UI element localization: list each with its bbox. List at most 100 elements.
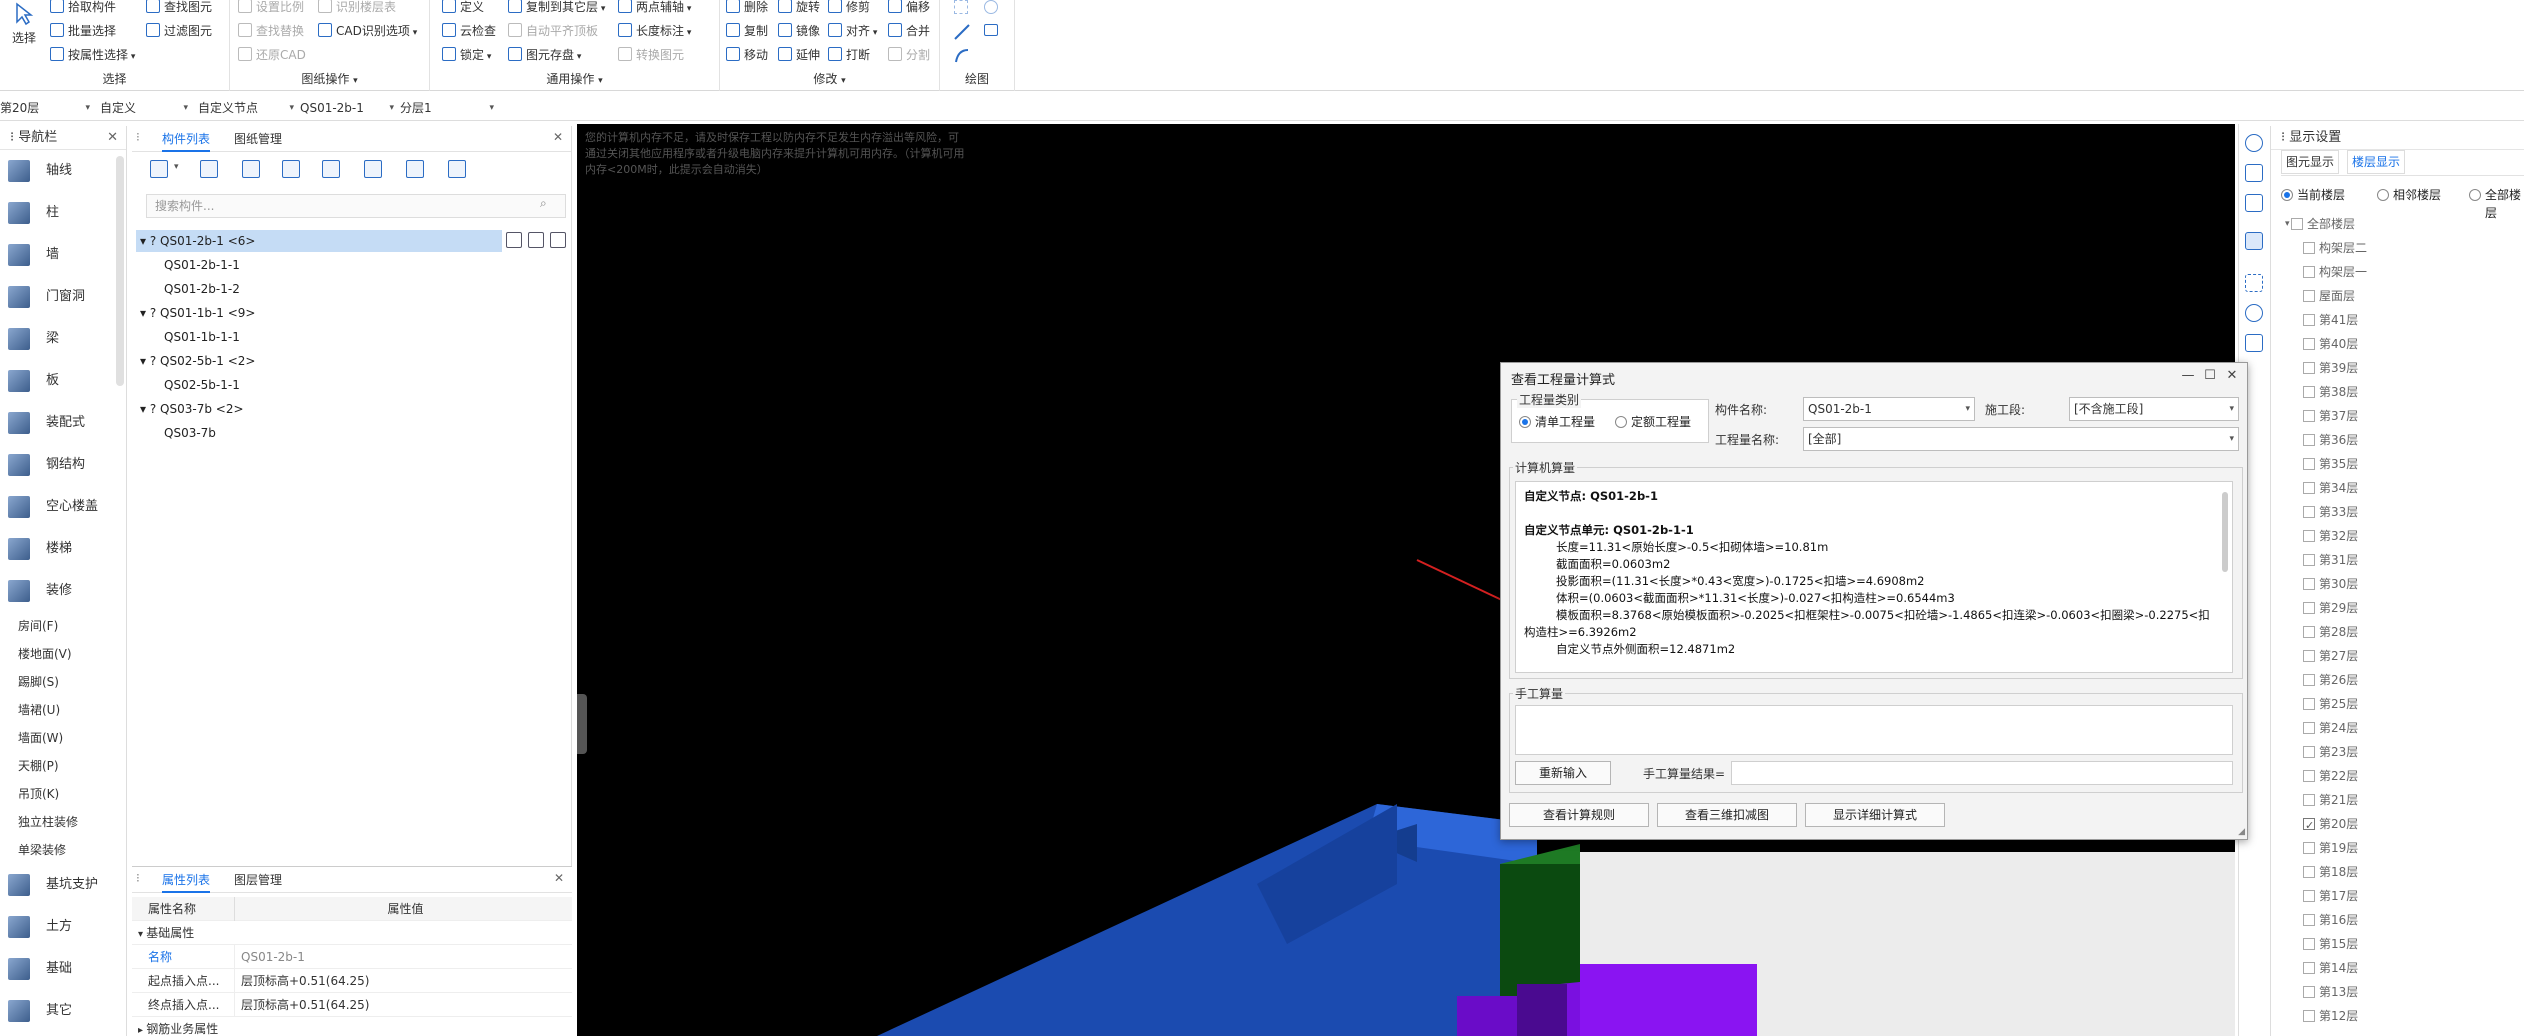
- list-icon[interactable]: [550, 232, 566, 248]
- floor-checkbox[interactable]: 第26层: [2303, 668, 2358, 692]
- show-detail-formula-button[interactable]: 显示详细计算式: [1805, 803, 1945, 827]
- define-button[interactable]: 定义: [442, 0, 484, 17]
- auto-align-top-button[interactable]: 自动平齐顶板: [508, 21, 598, 41]
- floor-checkbox[interactable]: 第16层: [2303, 908, 2358, 932]
- component-search-input[interactable]: 搜索构件...: [146, 194, 566, 218]
- floor-checkbox[interactable]: 第17层: [2303, 884, 2358, 908]
- filter-element-button[interactable]: 过滤图元: [146, 21, 212, 41]
- element-save-button[interactable]: 图元存盘 ▾: [508, 45, 581, 65]
- export-icon[interactable]: [448, 160, 466, 178]
- floor-checkbox[interactable]: 第39层: [2303, 356, 2358, 380]
- floor-checkbox[interactable]: 第25层: [2303, 692, 2358, 716]
- tree-row[interactable]: QS03-7b: [136, 422, 566, 444]
- floor-checkbox[interactable]: 第23层: [2303, 740, 2358, 764]
- nav-item-column[interactable]: 柱: [0, 192, 126, 234]
- property-section[interactable]: ▾ 基础属性: [132, 921, 572, 945]
- tree-row[interactable]: ▾ ? QS01-2b-1 <6>: [136, 230, 502, 252]
- quantity-name-select[interactable]: [全部] ▾: [1803, 427, 2239, 451]
- floor-checkbox[interactable]: 第27层: [2303, 644, 2358, 668]
- line-icon[interactable]: [954, 24, 970, 40]
- floor-checkbox[interactable]: 第34层: [2303, 476, 2358, 500]
- copy-to-floor-button[interactable]: 复制到其它层 ▾: [508, 0, 605, 17]
- floor-checkbox[interactable]: 第41层: [2303, 308, 2358, 332]
- nav-sub-wall-face[interactable]: 墙面(W): [0, 724, 126, 752]
- floor-checkbox[interactable]: 构架层一: [2303, 260, 2367, 284]
- nav-item-stairs[interactable]: 楼梯: [0, 528, 126, 570]
- floor-checkbox[interactable]: 第30层: [2303, 572, 2358, 596]
- floor-checkbox[interactable]: 第40层: [2303, 332, 2358, 356]
- delete-button[interactable]: 删除: [726, 0, 768, 17]
- delete-component-icon[interactable]: [242, 160, 260, 178]
- nav-item-steel[interactable]: 钢结构: [0, 444, 126, 486]
- cloud-check-button[interactable]: 云检查: [442, 21, 496, 41]
- chevron-down-icon[interactable]: ▾: [174, 162, 179, 172]
- floor-checkbox[interactable]: 第19层: [2303, 836, 2358, 860]
- lock-button[interactable]: 锁定 ▾: [442, 45, 491, 65]
- cube-icon[interactable]: [2245, 194, 2263, 212]
- floor-checkbox[interactable]: 第14层: [2303, 956, 2358, 980]
- component-select[interactable]: QS01-2b-1 ▾: [300, 98, 394, 118]
- nav-item-beam[interactable]: 梁: [0, 318, 126, 360]
- floor-checkbox[interactable]: 第24层: [2303, 716, 2358, 740]
- settings-icon[interactable]: [528, 232, 544, 248]
- rect-icon[interactable]: [984, 24, 998, 36]
- nav-item-foundation[interactable]: 基础: [0, 948, 126, 990]
- property-row-end[interactable]: 终点插入点... 层顶标高+0.51(64.25): [132, 993, 572, 1017]
- nav-item-hollow-slab[interactable]: 空心楼盖: [0, 486, 126, 528]
- select-button[interactable]: 选择: [10, 2, 38, 46]
- floor-checkbox[interactable]: 第37层: [2303, 404, 2358, 428]
- nav-sub-ceiling[interactable]: 天棚(P): [0, 752, 126, 780]
- offset-button[interactable]: 偏移: [888, 0, 930, 17]
- two-point-axis-button[interactable]: 两点辅轴 ▾: [618, 0, 691, 17]
- search-icon[interactable]: ⌕: [540, 196, 547, 211]
- display-settings-icon[interactable]: [2245, 334, 2263, 352]
- tab-layer-management[interactable]: 图层管理: [234, 867, 282, 893]
- arc-icon[interactable]: [954, 48, 978, 64]
- nav-sub-suspended-ceiling[interactable]: 吊顶(K): [0, 780, 126, 808]
- mirror-button[interactable]: 镜像: [778, 21, 820, 41]
- layer-select[interactable]: 分层1 ▾: [400, 98, 494, 118]
- copy-button[interactable]: 复制: [726, 21, 768, 41]
- nav-sub-room[interactable]: 房间(F): [0, 612, 126, 640]
- radio-list-quantity[interactable]: 清单工程量: [1519, 413, 1595, 431]
- rotate-button[interactable]: 旋转: [778, 0, 820, 17]
- tab-component-list[interactable]: 构件列表: [162, 126, 211, 152]
- tab-property-list[interactable]: 属性列表: [162, 867, 211, 893]
- batch-select-button[interactable]: 批量选择: [50, 21, 116, 41]
- floor-checkbox[interactable]: 第36层: [2303, 428, 2358, 452]
- split-button[interactable]: 分割: [888, 45, 930, 65]
- move-button[interactable]: 移动: [726, 45, 768, 65]
- stage-select[interactable]: [不含施工段] ▾: [2069, 397, 2239, 421]
- pick-component-button[interactable]: 拾取构件: [50, 0, 116, 17]
- floor-checkbox[interactable]: 第18层: [2303, 860, 2358, 884]
- floor-checkbox[interactable]: 构架层二: [2303, 236, 2367, 260]
- layer-copy-icon[interactable]: [282, 160, 300, 178]
- convert-element-button[interactable]: 转换图元: [618, 45, 684, 65]
- point-icon[interactable]: [954, 0, 968, 14]
- identify-floor-table-button[interactable]: 识别楼层表: [318, 0, 396, 17]
- find-element-button[interactable]: 查找图元: [146, 0, 212, 17]
- calc-scrollbar[interactable]: [2222, 492, 2228, 572]
- nav-item-wall[interactable]: 墙: [0, 234, 126, 276]
- nav-item-other[interactable]: 其它: [0, 990, 126, 1032]
- tree-row[interactable]: ▾ ? QS01-1b-1 <9>: [136, 302, 566, 324]
- floor-select[interactable]: 第20层 ▾: [0, 98, 90, 118]
- break-button[interactable]: 打断: [828, 45, 870, 65]
- tree-row[interactable]: ▾ ? QS02-5b-1 <2>: [136, 350, 566, 372]
- floor-checkbox[interactable]: 第28层: [2303, 620, 2358, 644]
- zoom-window-icon[interactable]: [2245, 274, 2263, 292]
- calc-formula-text[interactable]: 自定义节点: QS01-2b-1 自定义节点单元: QS01-2b-1-1 长度…: [1515, 481, 2233, 673]
- filter-component-icon[interactable]: [364, 160, 382, 178]
- restore-cad-button[interactable]: 还原CAD: [238, 45, 306, 65]
- nav-item-prefab[interactable]: 装配式: [0, 402, 126, 444]
- nav-sub-column-deco[interactable]: 独立柱装修: [0, 808, 126, 836]
- floor-all-checkbox[interactable]: ▾ 全部楼层: [2285, 212, 2355, 236]
- nav-item-pit-support[interactable]: 基坑支护: [0, 864, 126, 906]
- edit-icon[interactable]: [506, 232, 522, 248]
- left-collapse-handle[interactable]: [577, 694, 587, 754]
- reinput-button[interactable]: 重新输入: [1515, 761, 1611, 785]
- floor-checkbox[interactable]: 第31层: [2303, 548, 2358, 572]
- close-icon[interactable]: ✕: [553, 130, 563, 144]
- resize-grip-icon[interactable]: ◢: [2238, 827, 2245, 837]
- extend-button[interactable]: 延伸: [778, 45, 820, 65]
